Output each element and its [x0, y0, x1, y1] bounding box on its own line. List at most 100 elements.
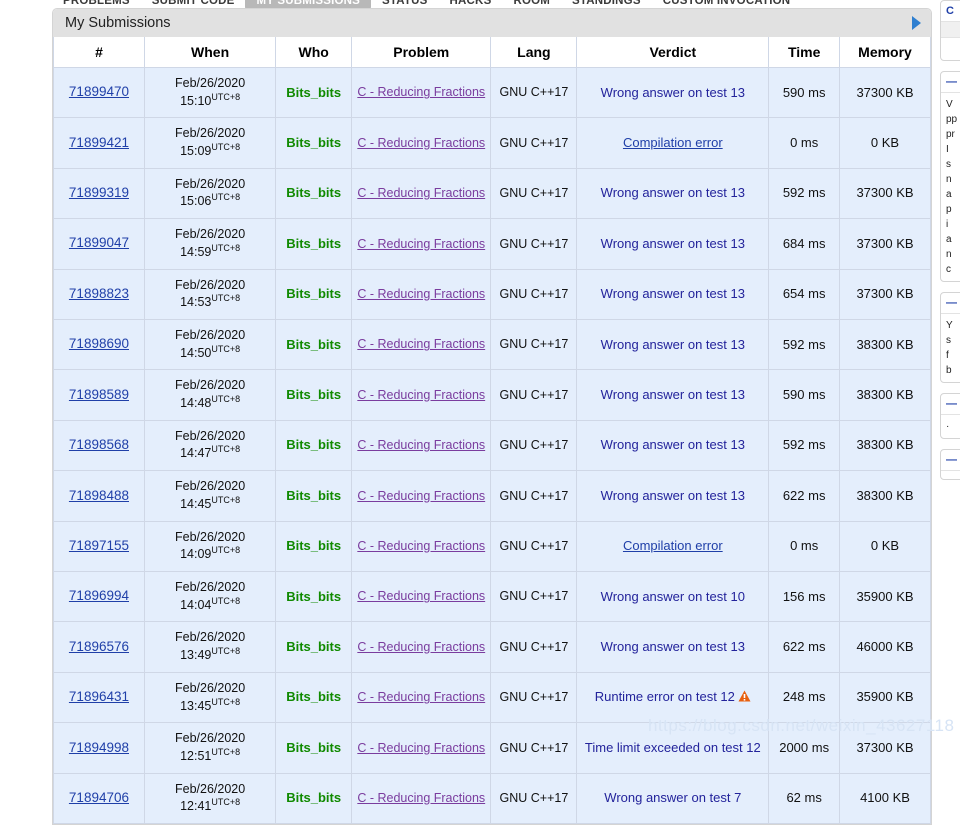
submission-clock: 14:45 [180, 497, 212, 512]
problem-link[interactable]: C - Reducing Fractions [357, 438, 485, 454]
runtime-cell: 0 ms [768, 117, 841, 169]
submission-id-cell: 71899421 [53, 117, 145, 169]
memory-cell: 37300 KB [839, 66, 931, 119]
author-handle-link[interactable]: Bits_bits [286, 85, 341, 100]
author-handle-link[interactable]: Bits_bits [286, 387, 341, 402]
runtime-value: 654 ms [782, 286, 826, 302]
submission-timezone: UTC+8 [211, 545, 241, 556]
author-handle-link[interactable]: Bits_bits [286, 337, 341, 352]
author-handle-link[interactable]: Bits_bits [286, 740, 341, 755]
problem-link[interactable]: C - Reducing Fractions [357, 287, 485, 303]
submission-id-cell: 71898823 [53, 268, 145, 321]
problem-link[interactable]: C - Reducing Fractions [357, 388, 485, 404]
submission-clock: 14:47 [180, 446, 212, 461]
submission-id-link[interactable]: 71898568 [69, 437, 129, 452]
verdict-cell: Wrong answer on test 7 [576, 772, 770, 825]
column-header-id[interactable]: # [53, 37, 145, 68]
author-handle-link[interactable]: Bits_bits [286, 538, 341, 553]
submission-id-link[interactable]: 71899047 [69, 235, 129, 250]
submission-date: Feb/26/2020 [174, 781, 246, 796]
column-header-problem[interactable]: Problem [351, 37, 492, 68]
submission-id-link[interactable]: 71898823 [69, 286, 129, 301]
problem-link[interactable]: C - Reducing Fractions [357, 186, 485, 202]
submission-id-link[interactable]: 71894998 [69, 740, 129, 755]
submission-id-cell: 71899047 [53, 218, 145, 270]
author-handle-link[interactable]: Bits_bits [286, 589, 341, 604]
sidebar-box-body: Y s f b [946, 320, 953, 376]
author-handle-link[interactable]: Bits_bits [286, 185, 341, 200]
column-header-memory[interactable]: Memory [839, 37, 931, 68]
submission-clock: 14:53 [180, 295, 212, 310]
problem-link[interactable]: C - Reducing Fractions [357, 136, 485, 152]
problem-link[interactable]: C - Reducing Fractions [357, 791, 485, 807]
submission-id-link[interactable]: 71898589 [69, 387, 129, 402]
column-header-when[interactable]: When [143, 37, 277, 68]
language-label: GNU C++17 [499, 287, 569, 302]
column-header-lang[interactable]: Lang [490, 37, 578, 68]
memory-value: 37300 KB [856, 286, 914, 302]
submission-id-link[interactable]: 71894706 [69, 790, 129, 805]
problem-link[interactable]: C - Reducing Fractions [357, 741, 485, 757]
problem-link[interactable]: C - Reducing Fractions [357, 237, 485, 253]
column-header-time[interactable]: Time [768, 37, 841, 68]
submission-id-link[interactable]: 71899421 [69, 135, 129, 150]
author-handle-link[interactable]: Bits_bits [286, 790, 341, 805]
author-handle-link[interactable]: Bits_bits [286, 236, 341, 251]
submission-id-link[interactable]: 71897155 [69, 538, 129, 553]
problem-link[interactable]: C - Reducing Fractions [357, 337, 485, 353]
author-handle-link[interactable]: Bits_bits [286, 488, 341, 503]
submission-id-link[interactable]: 71899470 [69, 84, 129, 99]
triangle-right-icon[interactable] [912, 16, 921, 30]
language-cell: GNU C++17 [490, 470, 578, 522]
author-handle-link[interactable]: Bits_bits [286, 689, 341, 704]
column-header-verdict[interactable]: Verdict [576, 37, 770, 68]
problem-link[interactable]: C - Reducing Fractions [357, 489, 485, 505]
runtime-cell: 156 ms [768, 571, 841, 623]
verdict-link[interactable]: Compilation error [623, 538, 723, 553]
language-cell: GNU C++17 [490, 621, 578, 673]
author-handle-link[interactable]: Bits_bits [286, 437, 341, 452]
submission-id-link[interactable]: 71899319 [69, 185, 129, 200]
table-row: 71898823 Feb/26/2020 14:53UTC+8 Bits_bits C … [53, 268, 931, 321]
problem-link[interactable]: C - Reducing Fractions [357, 640, 485, 656]
language-cell: GNU C++17 [490, 319, 578, 371]
submission-timezone: UTC+8 [211, 242, 241, 253]
submission-id-link[interactable]: 71898488 [69, 488, 129, 503]
submission-id-link[interactable]: 71896994 [69, 588, 129, 603]
author-handle-link[interactable]: Bits_bits [286, 639, 341, 654]
problem-link[interactable]: C - Reducing Fractions [357, 589, 485, 605]
sidebar-box: — · [940, 393, 960, 439]
submission-date: Feb/26/2020 [174, 680, 246, 695]
runtime-value: 592 ms [782, 185, 826, 201]
problem-link[interactable]: C - Reducing Fractions [357, 85, 485, 101]
author-handle-link[interactable]: Bits_bits [286, 135, 341, 150]
submission-id-link[interactable]: 71896431 [69, 689, 129, 704]
problem-link[interactable]: C - Reducing Fractions [357, 539, 485, 555]
submission-id-link[interactable]: 71896576 [69, 639, 129, 654]
submission-id-cell: 71898568 [53, 419, 145, 472]
submission-date: Feb/26/2020 [174, 227, 246, 242]
submission-date: Feb/26/2020 [174, 378, 246, 393]
memory-value: 0 KB [870, 134, 900, 150]
problem-link[interactable]: C - Reducing Fractions [357, 690, 485, 706]
table-row: 71896431 Feb/26/2020 13:45UTC+8 Bits_bits C … [53, 671, 931, 724]
verdict-cell: Wrong answer on test 13 [576, 470, 770, 522]
problem-cell: C - Reducing Fractions [351, 722, 492, 774]
memory-cell: 0 KB [839, 117, 931, 169]
runtime-value: 622 ms [782, 487, 826, 503]
submission-time-cell: Feb/26/2020 14:04UTC+8 [143, 571, 277, 623]
problem-cell: C - Reducing Fractions [351, 218, 492, 270]
problem-cell: C - Reducing Fractions [351, 268, 492, 321]
author-cell: Bits_bits [275, 66, 353, 119]
column-header-who[interactable]: Who [275, 37, 353, 68]
verdict-link[interactable]: Compilation error [623, 135, 723, 150]
submission-time-cell: Feb/26/2020 15:09UTC+8 [143, 117, 277, 169]
submission-timezone: UTC+8 [211, 444, 241, 455]
verdict-cell: Time limit exceeded on test 12 [576, 722, 770, 774]
submission-id-link[interactable]: 71898690 [69, 336, 129, 351]
memory-cell: 38300 KB [839, 319, 931, 371]
table-row: 71896576 Feb/26/2020 13:49UTC+8 Bits_bits C … [53, 621, 931, 673]
author-handle-link[interactable]: Bits_bits [286, 286, 341, 301]
language-label: GNU C++17 [499, 488, 569, 503]
language-cell: GNU C++17 [490, 722, 578, 774]
